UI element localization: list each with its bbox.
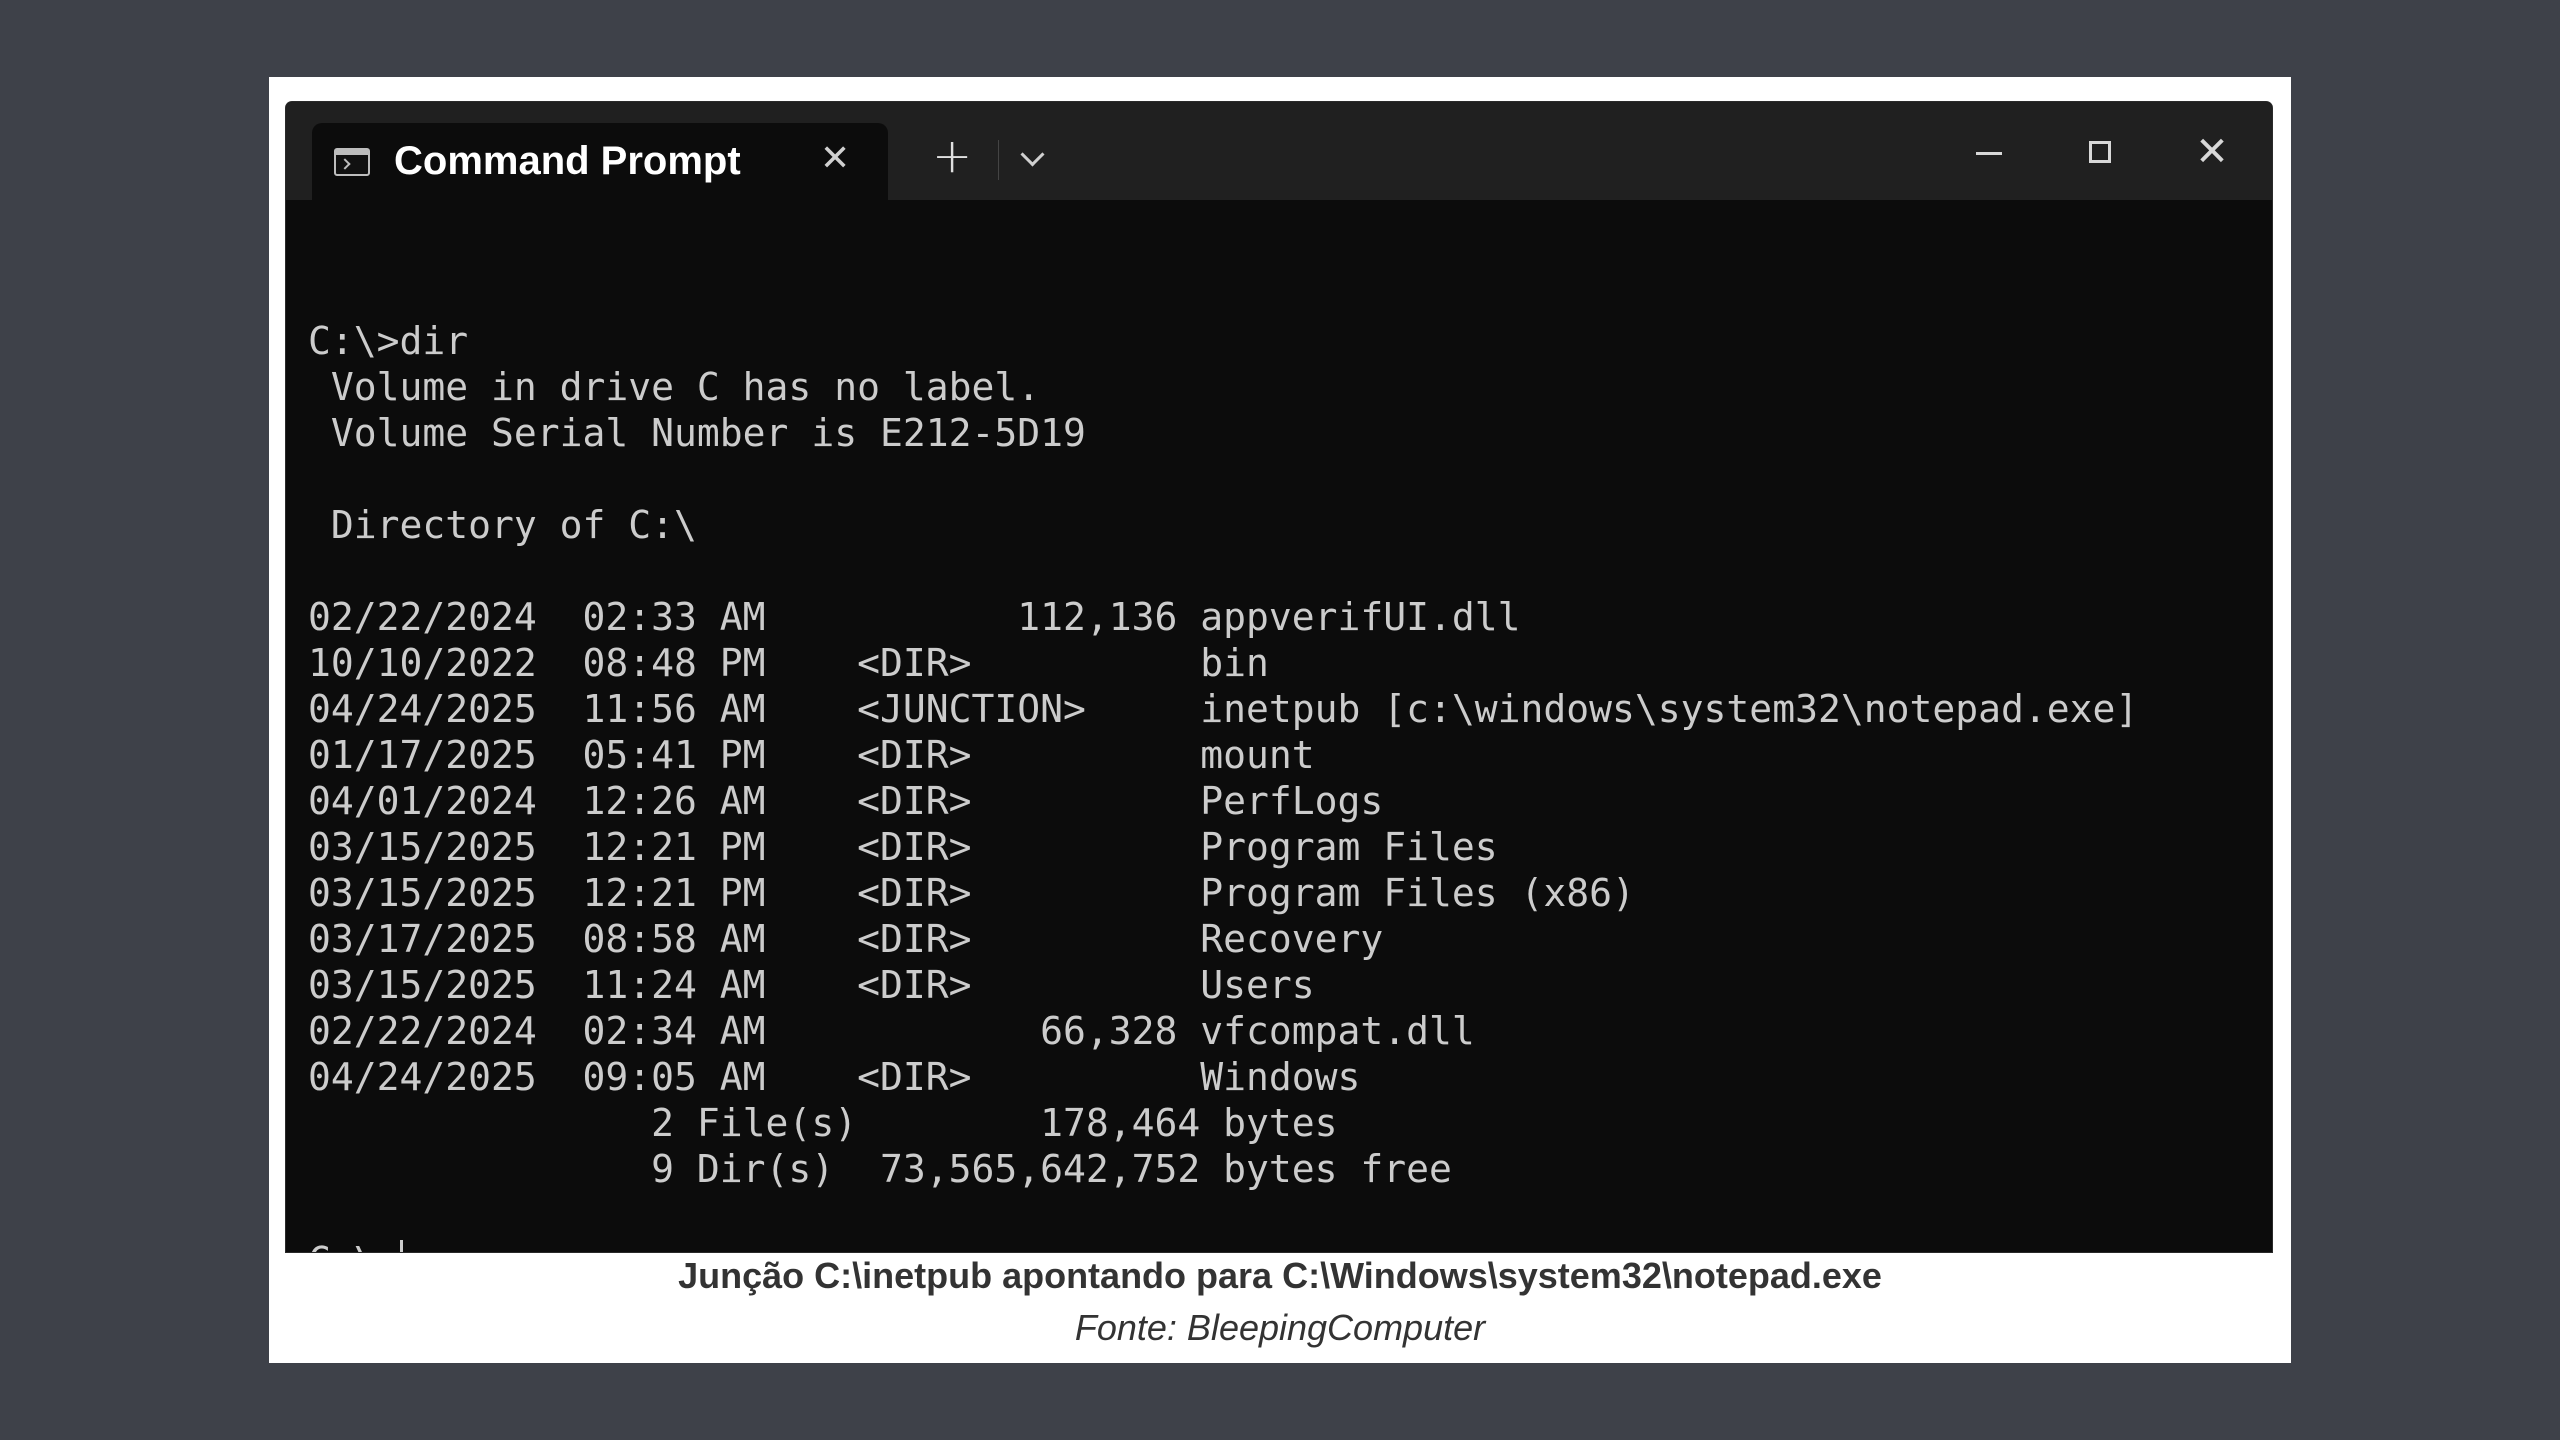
text-cursor xyxy=(399,1240,403,1252)
terminal-line: 04/24/2025 09:05 AM <DIR> Windows xyxy=(308,1055,1361,1099)
figure-card: Command Prompt ✕ + ✕ C:\>dir Volume in d… xyxy=(269,77,2291,1363)
terminal-line: 04/01/2024 12:26 AM <DIR> PerfLogs xyxy=(308,779,1384,823)
terminal-line: 02/22/2024 02:33 AM 112,136 appverifUI.d… xyxy=(308,595,1521,639)
minimize-button[interactable] xyxy=(1968,132,2008,172)
terminal-icon xyxy=(334,148,370,176)
title-bar[interactable]: Command Prompt ✕ + ✕ xyxy=(286,102,2272,200)
terminal-line: C:\>dir xyxy=(308,319,469,363)
terminal-line: 03/17/2025 08:58 AM <DIR> Recovery xyxy=(308,917,1384,961)
tab-command-prompt[interactable]: Command Prompt ✕ xyxy=(312,123,888,200)
figure-source: Fonte: BleepingComputer xyxy=(1074,1307,1486,1348)
terminal-line: 04/24/2025 11:56 AM <JUNCTION> inetpub [… xyxy=(308,687,2139,731)
terminal-lines: C:\>dir Volume in drive C has no label. … xyxy=(308,319,2138,1191)
terminal-line: 9 Dir(s) 73,565,642,752 bytes free xyxy=(651,1147,1452,1191)
terminal-line: Volume Serial Number is E212-5D19 xyxy=(330,411,1086,455)
command-prompt-window: Command Prompt ✕ + ✕ C:\>dir Volume in d… xyxy=(286,102,2272,1252)
terminal-line: 2 File(s) 178,464 bytes xyxy=(651,1101,1338,1145)
terminal-output[interactable]: C:\>dir Volume in drive C has no label. … xyxy=(308,272,2138,1252)
terminal-line: Directory of C:\ xyxy=(330,503,697,547)
new-tab-button[interactable]: + xyxy=(932,132,972,180)
prompt: C:\> xyxy=(308,1239,400,1252)
terminal-line: Volume in drive C has no label. xyxy=(330,365,1041,409)
chevron-down-icon[interactable] xyxy=(1020,142,1045,167)
terminal-line: 03/15/2025 11:24 AM <DIR> Users xyxy=(308,963,1315,1007)
figure-caption: Junção C:\inetpub apontando para C:\Wind… xyxy=(678,1255,1882,1296)
tab-title: Command Prompt xyxy=(394,139,741,183)
terminal-line: 03/15/2025 12:21 PM <DIR> Program Files xyxy=(308,825,1498,869)
maximize-button[interactable] xyxy=(2080,132,2120,172)
close-icon[interactable]: ✕ xyxy=(820,139,850,179)
terminal-line: 10/10/2022 08:48 PM <DIR> bin xyxy=(308,641,1269,685)
tab-divider xyxy=(998,140,999,180)
terminal-line: 02/22/2024 02:34 AM 66,328 vfcompat.dll xyxy=(308,1009,1475,1053)
close-window-button[interactable]: ✕ xyxy=(2192,132,2232,172)
terminal-line: 03/15/2025 12:21 PM <DIR> Program Files … xyxy=(308,871,1635,915)
terminal-line: 01/17/2025 05:41 PM <DIR> mount xyxy=(308,733,1315,777)
